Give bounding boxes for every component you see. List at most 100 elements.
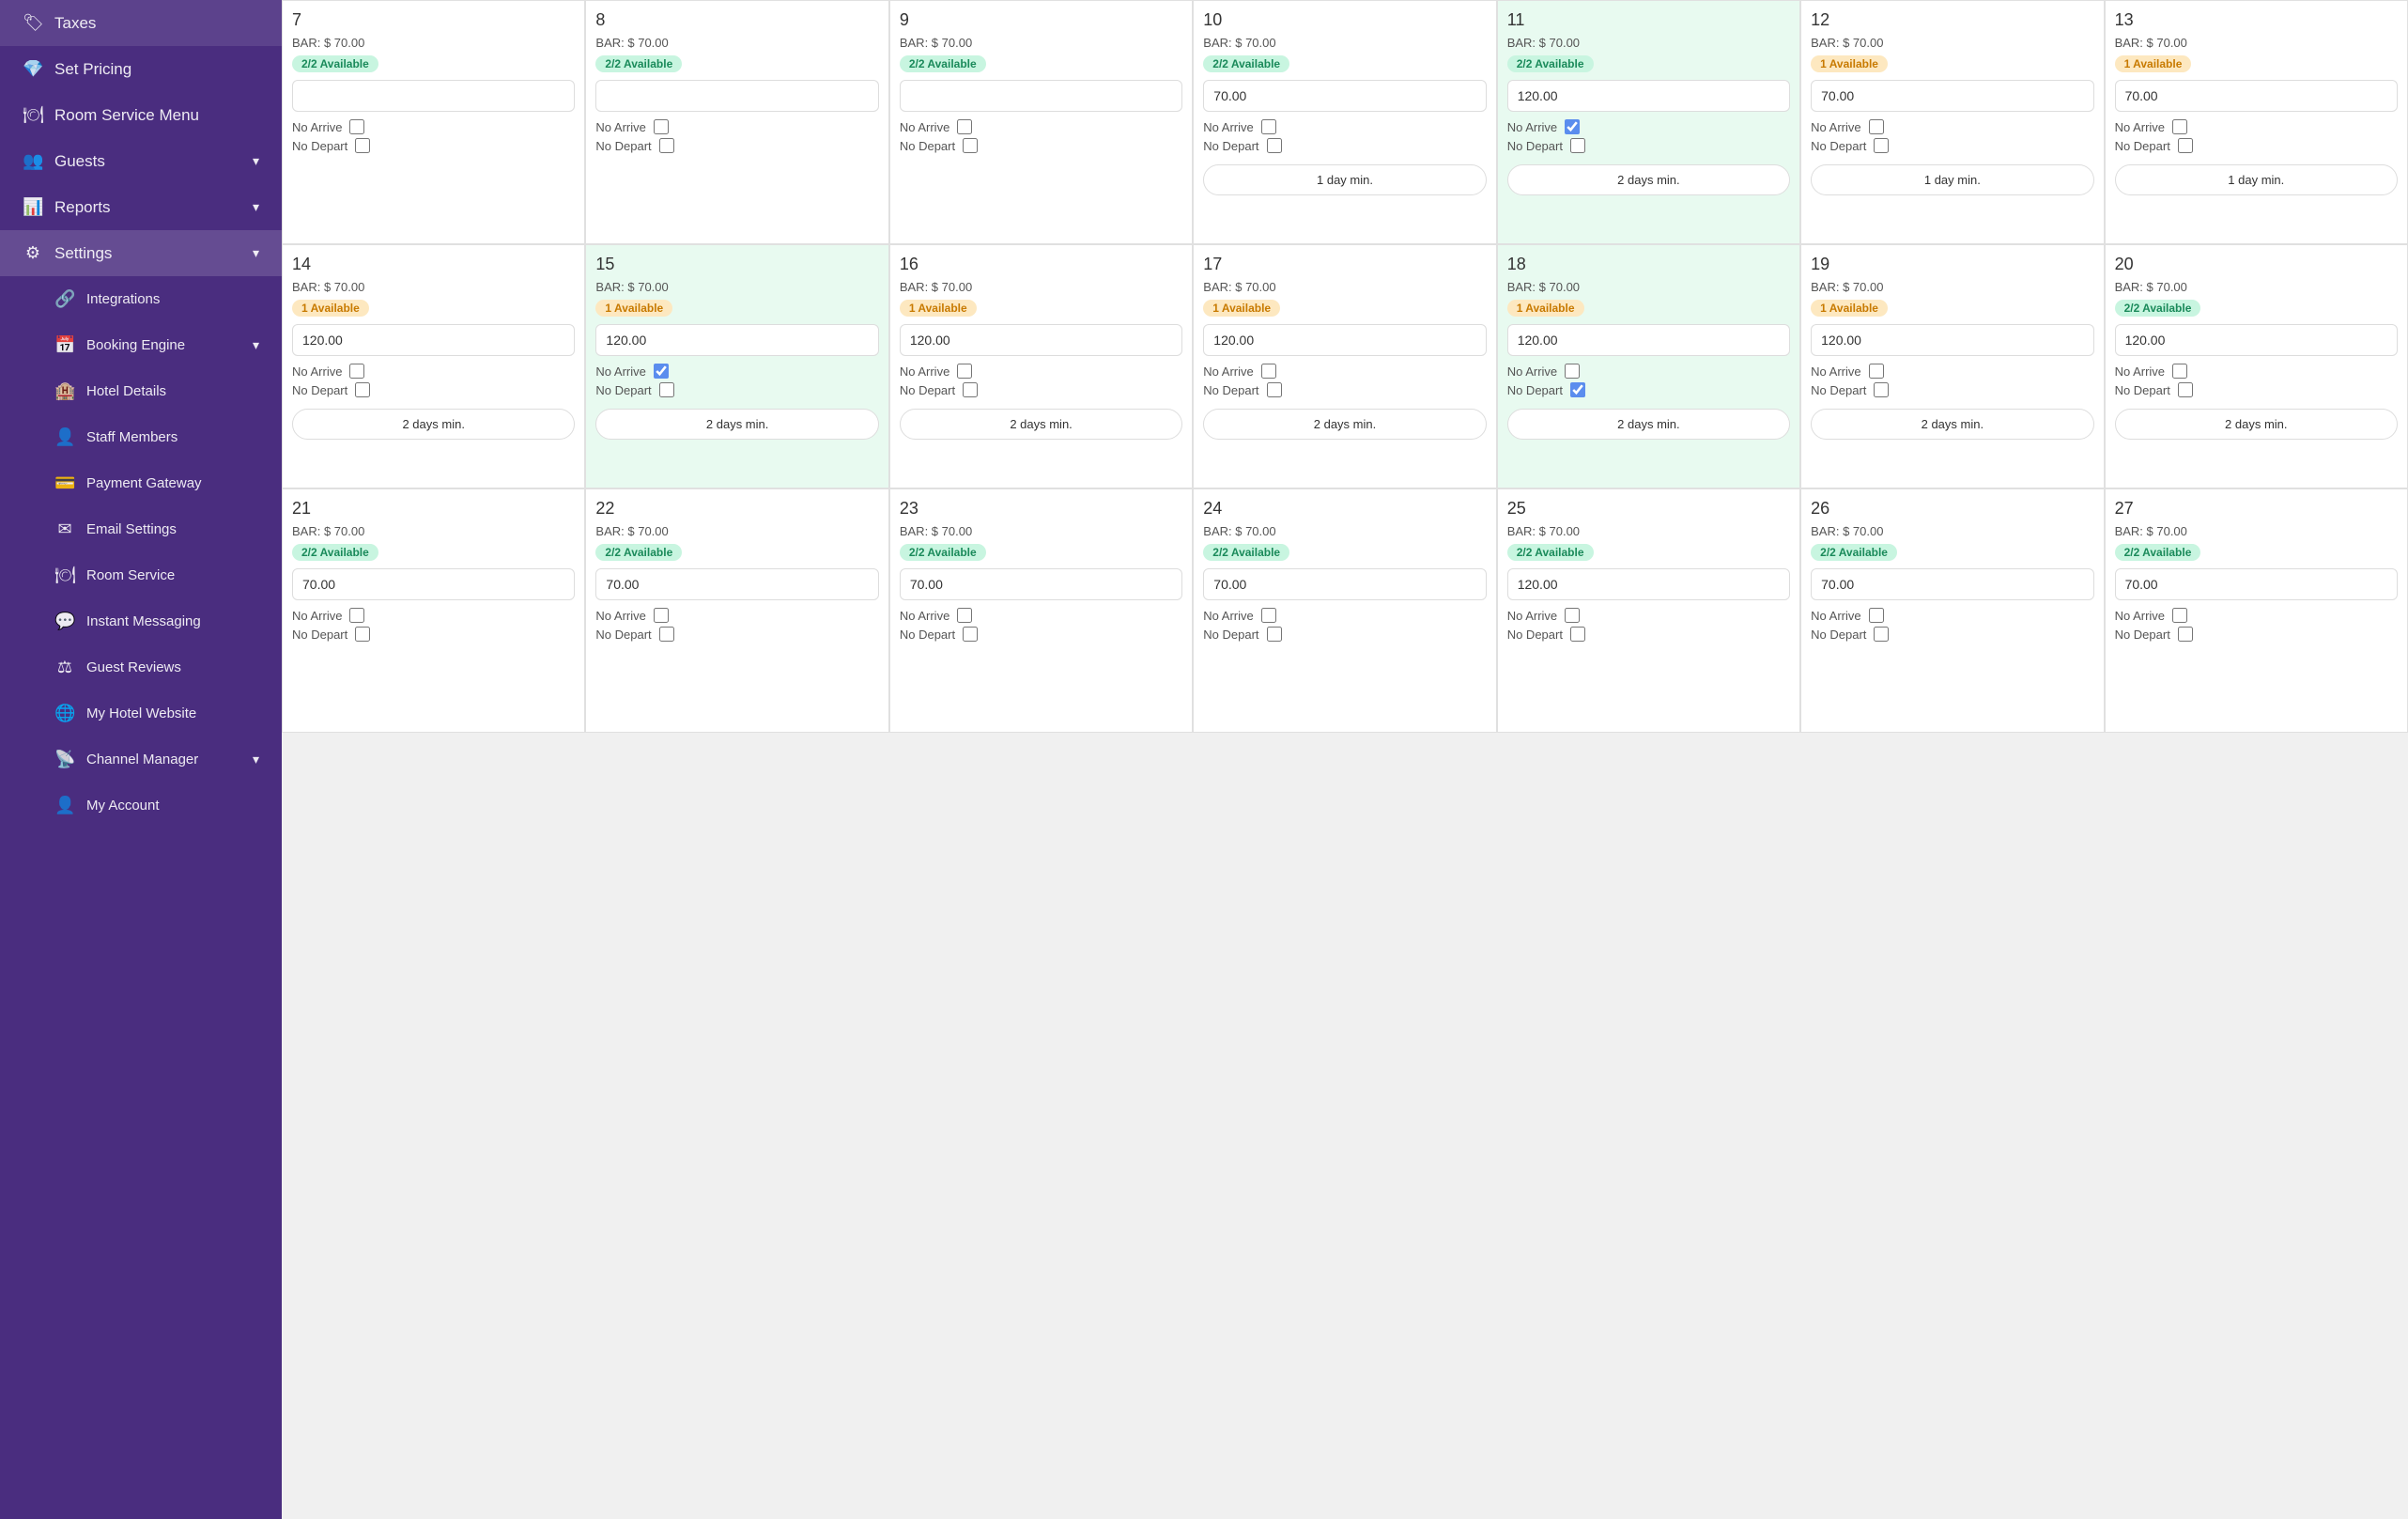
- price-input-20[interactable]: [2115, 324, 2398, 356]
- no-arrive-checkbox-20[interactable]: [2172, 364, 2187, 379]
- min-days-btn-19[interactable]: 2 days min.: [1811, 409, 2093, 440]
- price-input-27[interactable]: [2115, 568, 2398, 600]
- no-depart-checkbox-20[interactable]: [2178, 382, 2193, 397]
- price-input-14[interactable]: [292, 324, 575, 356]
- min-days-btn-13[interactable]: 1 day min.: [2115, 164, 2398, 195]
- no-arrive-checkbox-10[interactable]: [1261, 119, 1276, 134]
- no-arrive-checkbox-25[interactable]: [1565, 608, 1580, 623]
- no-arrive-checkbox-26[interactable]: [1869, 608, 1884, 623]
- no-depart-checkbox-22[interactable]: [659, 627, 674, 642]
- no-arrive-checkbox-12[interactable]: [1869, 119, 1884, 134]
- bar-price-17: BAR: $ 70.00: [1203, 280, 1486, 294]
- no-arrive-checkbox-11[interactable]: [1565, 119, 1580, 134]
- price-input-23[interactable]: [900, 568, 1182, 600]
- no-arrive-checkbox-21[interactable]: [349, 608, 364, 623]
- price-input-16[interactable]: [900, 324, 1182, 356]
- sidebar-item-room-service-menu[interactable]: 🍽 Room Service Menu: [0, 92, 282, 138]
- no-depart-checkbox-9[interactable]: [963, 138, 978, 153]
- availability-badge-21: 2/2 Available: [292, 544, 378, 561]
- no-depart-checkbox-11[interactable]: [1570, 138, 1585, 153]
- no-arrive-checkbox-13[interactable]: [2172, 119, 2187, 134]
- min-days-btn-14[interactable]: 2 days min.: [292, 409, 575, 440]
- min-days-btn-11[interactable]: 2 days min.: [1507, 164, 1790, 195]
- no-arrive-checkbox-15[interactable]: [654, 364, 669, 379]
- price-input-10[interactable]: [1203, 80, 1486, 112]
- sidebar-item-integrations[interactable]: 🔗 Integrations: [0, 276, 282, 322]
- no-depart-checkbox-7[interactable]: [355, 138, 370, 153]
- price-input-8[interactable]: [595, 80, 878, 112]
- min-days-btn-17[interactable]: 2 days min.: [1203, 409, 1486, 440]
- price-input-21[interactable]: [292, 568, 575, 600]
- no-depart-checkbox-15[interactable]: [659, 382, 674, 397]
- min-days-btn-16[interactable]: 2 days min.: [900, 409, 1182, 440]
- no-depart-checkbox-21[interactable]: [355, 627, 370, 642]
- sidebar-item-set-pricing[interactable]: 💎 Set Pricing: [0, 46, 282, 92]
- no-arrive-checkbox-14[interactable]: [349, 364, 364, 379]
- price-input-13[interactable]: [2115, 80, 2398, 112]
- min-days-btn-12[interactable]: 1 day min.: [1811, 164, 2093, 195]
- no-arrive-checkbox-19[interactable]: [1869, 364, 1884, 379]
- no-depart-checkbox-23[interactable]: [963, 627, 978, 642]
- no-arrive-row-17: No Arrive: [1203, 364, 1486, 379]
- price-input-24[interactable]: [1203, 568, 1486, 600]
- no-arrive-checkbox-9[interactable]: [957, 119, 972, 134]
- sidebar-item-staff-members[interactable]: 👤 Staff Members: [0, 414, 282, 460]
- sidebar-item-room-service[interactable]: 🍽 Room Service: [0, 552, 282, 598]
- no-depart-checkbox-17[interactable]: [1267, 382, 1282, 397]
- no-arrive-checkbox-16[interactable]: [957, 364, 972, 379]
- sidebar-item-channel-manager[interactable]: 📡 Channel Manager ▾: [0, 736, 282, 783]
- price-input-12[interactable]: [1811, 80, 2093, 112]
- no-depart-row-12: No Depart: [1811, 138, 2093, 153]
- bar-price-20: BAR: $ 70.00: [2115, 280, 2398, 294]
- price-input-9[interactable]: [900, 80, 1182, 112]
- sidebar-item-payment-gateway[interactable]: 💳 Payment Gateway: [0, 460, 282, 506]
- sidebar-item-email-settings[interactable]: ✉ Email Settings: [0, 506, 282, 552]
- sidebar-item-reports[interactable]: 📊 Reports ▾: [0, 184, 282, 230]
- no-arrive-checkbox-22[interactable]: [654, 608, 669, 623]
- sidebar-item-guest-reviews[interactable]: ⚖ Guest Reviews: [0, 644, 282, 690]
- price-input-19[interactable]: [1811, 324, 2093, 356]
- price-input-22[interactable]: [595, 568, 878, 600]
- price-input-26[interactable]: [1811, 568, 2093, 600]
- min-days-btn-20[interactable]: 2 days min.: [2115, 409, 2398, 440]
- sidebar-item-hotel-details[interactable]: 🏨 Hotel Details: [0, 368, 282, 414]
- bar-price-16: BAR: $ 70.00: [900, 280, 1182, 294]
- no-arrive-checkbox-7[interactable]: [349, 119, 364, 134]
- sidebar-item-my-hotel-website[interactable]: 🌐 My Hotel Website: [0, 690, 282, 736]
- no-depart-checkbox-14[interactable]: [355, 382, 370, 397]
- no-depart-checkbox-19[interactable]: [1874, 382, 1889, 397]
- min-days-btn-10[interactable]: 1 day min.: [1203, 164, 1486, 195]
- no-arrive-checkbox-18[interactable]: [1565, 364, 1580, 379]
- day-cell-19: 19BAR: $ 70.001 AvailableNo ArriveNo Dep…: [1800, 244, 2104, 488]
- price-input-18[interactable]: [1507, 324, 1790, 356]
- sidebar-item-my-account[interactable]: 👤 My Account: [0, 783, 282, 829]
- price-input-11[interactable]: [1507, 80, 1790, 112]
- no-arrive-checkbox-23[interactable]: [957, 608, 972, 623]
- no-depart-checkbox-18[interactable]: [1570, 382, 1585, 397]
- no-depart-checkbox-8[interactable]: [659, 138, 674, 153]
- sidebar-item-booking-engine[interactable]: 📅 Booking Engine ▾: [0, 322, 282, 368]
- no-arrive-checkbox-17[interactable]: [1261, 364, 1276, 379]
- no-depart-checkbox-26[interactable]: [1874, 627, 1889, 642]
- price-input-15[interactable]: [595, 324, 878, 356]
- no-arrive-checkbox-24[interactable]: [1261, 608, 1276, 623]
- day-cell-17: 17BAR: $ 70.001 AvailableNo ArriveNo Dep…: [1193, 244, 1496, 488]
- min-days-btn-18[interactable]: 2 days min.: [1507, 409, 1790, 440]
- price-input-17[interactable]: [1203, 324, 1486, 356]
- no-depart-checkbox-10[interactable]: [1267, 138, 1282, 153]
- sidebar-item-taxes[interactable]: 🏷 Taxes: [0, 0, 282, 46]
- no-depart-checkbox-13[interactable]: [2178, 138, 2193, 153]
- sidebar-item-instant-messaging[interactable]: 💬 Instant Messaging: [0, 598, 282, 644]
- price-input-7[interactable]: [292, 80, 575, 112]
- no-depart-checkbox-27[interactable]: [2178, 627, 2193, 642]
- no-depart-checkbox-16[interactable]: [963, 382, 978, 397]
- price-input-25[interactable]: [1507, 568, 1790, 600]
- no-depart-checkbox-24[interactable]: [1267, 627, 1282, 642]
- no-arrive-checkbox-8[interactable]: [654, 119, 669, 134]
- no-depart-checkbox-25[interactable]: [1570, 627, 1585, 642]
- min-days-btn-15[interactable]: 2 days min.: [595, 409, 878, 440]
- no-depart-checkbox-12[interactable]: [1874, 138, 1889, 153]
- no-arrive-checkbox-27[interactable]: [2172, 608, 2187, 623]
- sidebar-item-guests[interactable]: 👥 Guests ▾: [0, 138, 282, 184]
- sidebar-item-settings[interactable]: ⚙ Settings ▾: [0, 230, 282, 276]
